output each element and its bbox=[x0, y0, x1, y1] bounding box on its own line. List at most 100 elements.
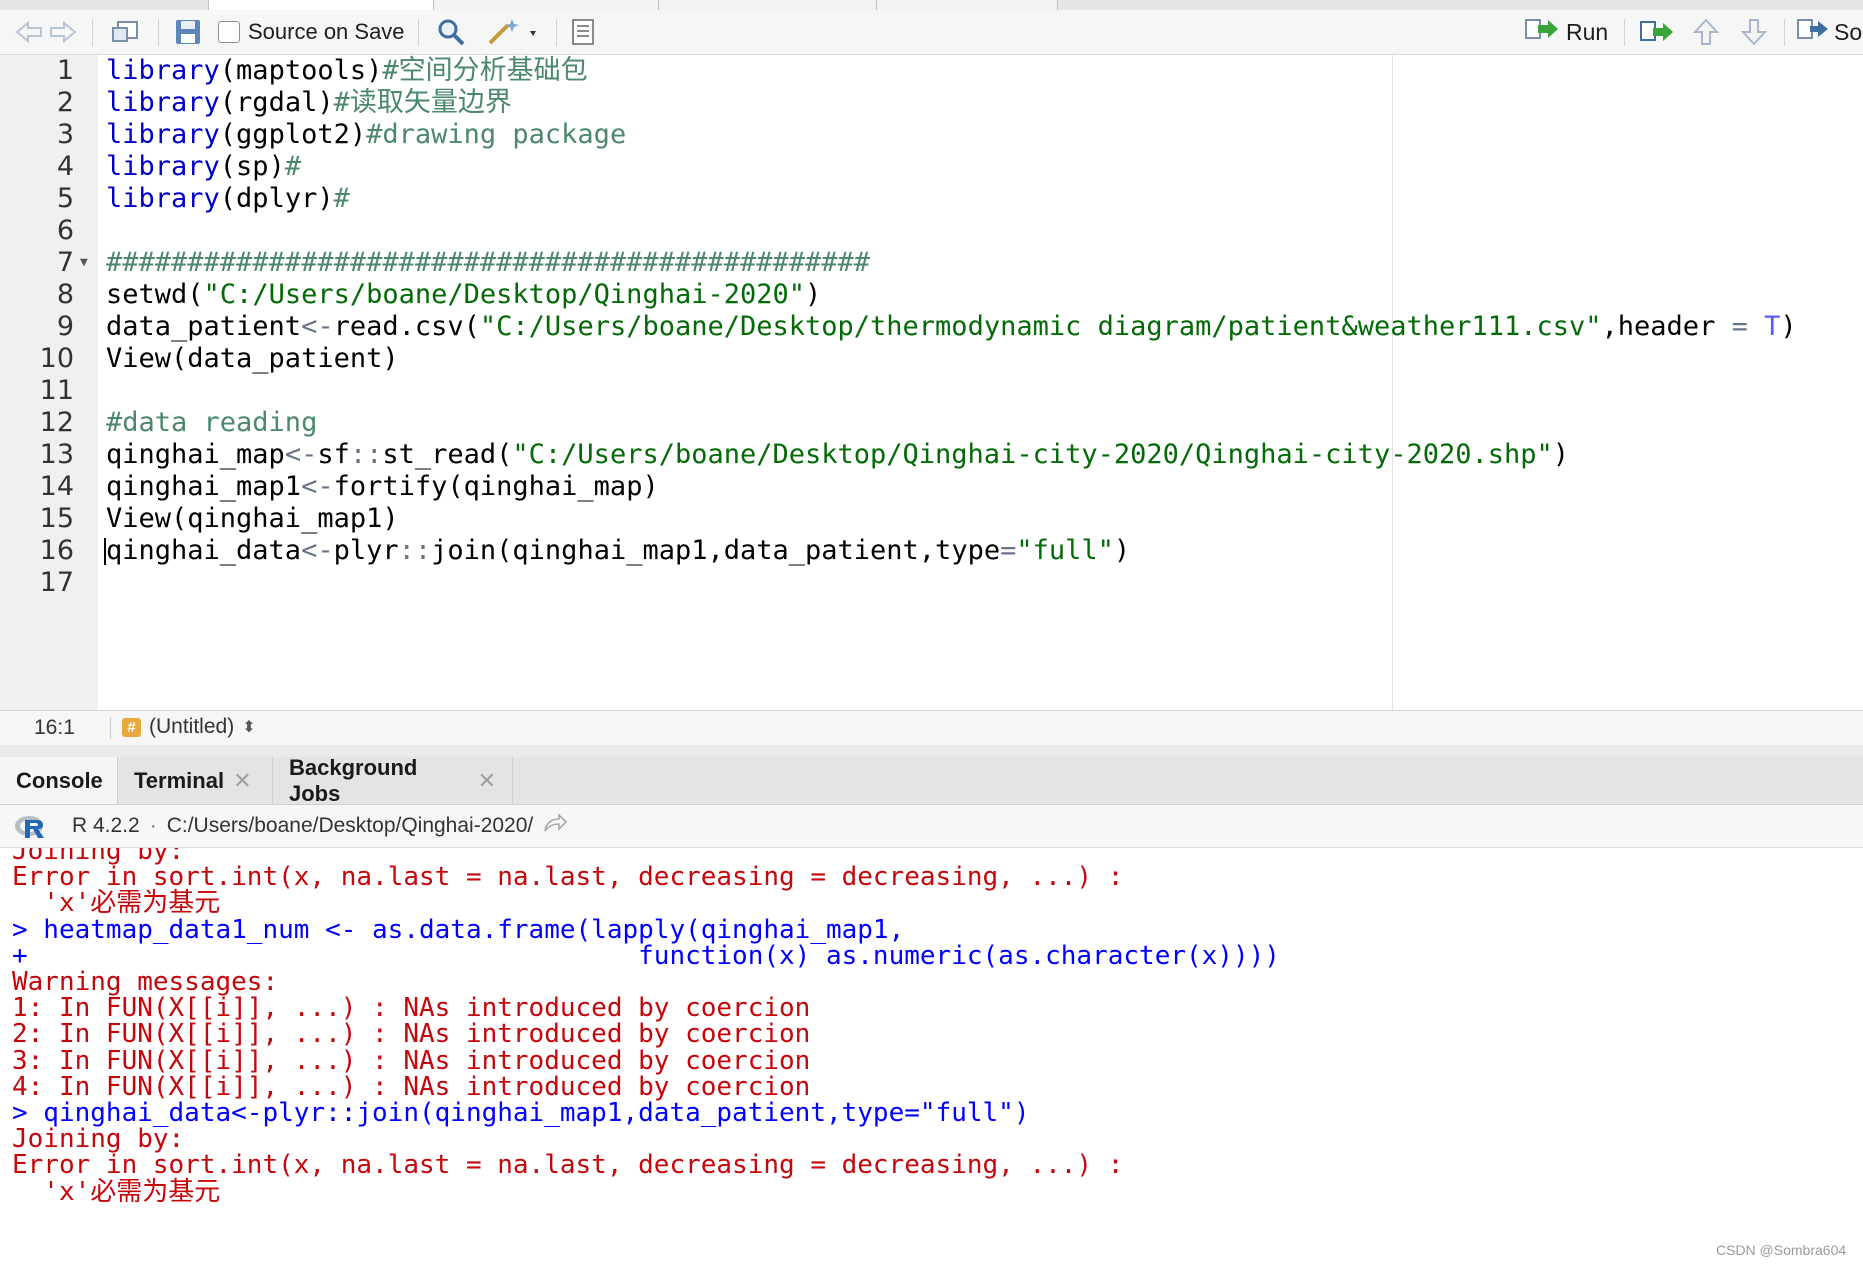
code-line[interactable]: 5 library(dplyr)# bbox=[0, 183, 1863, 215]
code-text: View(qinghai_map1) bbox=[106, 503, 399, 535]
search-icon[interactable] bbox=[434, 10, 468, 54]
code-line[interactable]: 9 data_patient<-read.csv("C:/Users/boane/… bbox=[0, 311, 1863, 343]
source-on-save-checkbox[interactable] bbox=[218, 21, 240, 43]
document-outline-icon[interactable] bbox=[568, 10, 598, 54]
follow-link-icon[interactable] bbox=[543, 813, 568, 839]
show-in-window-icon[interactable] bbox=[108, 10, 142, 54]
code-line[interactable]: 7 ▼ ######################################… bbox=[0, 247, 1863, 279]
tab-background-jobs[interactable]: Background Jobs ✕ bbox=[273, 755, 513, 806]
line-number: 10 bbox=[39, 343, 74, 374]
watermark: CSDN @Sombra604 bbox=[1716, 1242, 1847, 1258]
console-error-line: 'x'必需为基元 bbox=[12, 1176, 221, 1207]
r-logo-icon bbox=[14, 814, 48, 838]
run-button[interactable]: Run bbox=[1524, 16, 1608, 48]
code-line[interactable]: 12 #data reading bbox=[0, 407, 1863, 439]
code-token: (ggplot2) bbox=[219, 119, 367, 150]
source-on-save-toggle[interactable]: Source on Save bbox=[218, 18, 405, 46]
code-token: qinghai_data bbox=[106, 535, 302, 566]
forward-arrow-icon[interactable] bbox=[48, 10, 78, 54]
code-token: setwd( bbox=[106, 279, 204, 310]
code-tools-wand-icon[interactable] bbox=[484, 10, 544, 54]
code-token: (rgdal) bbox=[219, 87, 334, 118]
code-token: ) bbox=[1113, 535, 1131, 566]
code-token: qinghai_map bbox=[106, 439, 285, 470]
code-line[interactable]: 13 qinghai_map<-sf::st_read("C:/Users/boa… bbox=[0, 439, 1863, 471]
working-directory: C:/Users/boane/Desktop/Qinghai-2020/ bbox=[166, 814, 534, 837]
code-token: "C:/Users/boane/Desktop/thermodynamic di… bbox=[479, 311, 1602, 342]
close-icon[interactable]: ✕ bbox=[233, 768, 251, 794]
code-token: library bbox=[106, 151, 220, 182]
code-text: qinghai_map1<-fortify(qinghai_map) bbox=[106, 471, 659, 503]
code-line[interactable]: 15 View(qinghai_map1) bbox=[0, 503, 1863, 535]
back-arrow-icon[interactable] bbox=[14, 10, 44, 54]
code-token: st_read( bbox=[382, 439, 513, 470]
code-token: ,header bbox=[1601, 311, 1732, 342]
code-line[interactable]: 10 View(data_patient) bbox=[0, 343, 1863, 375]
go-up-icon[interactable] bbox=[1690, 10, 1722, 54]
code-line[interactable]: 6 bbox=[0, 215, 1863, 247]
code-token: ) bbox=[1780, 311, 1797, 342]
code-token: sf bbox=[317, 439, 350, 470]
code-token: (maptools) bbox=[219, 55, 383, 86]
code-token: ) bbox=[1552, 439, 1570, 470]
code-token: qinghai_map1 bbox=[106, 471, 302, 502]
code-token: View(data_patient) bbox=[106, 343, 399, 374]
file-type-menu[interactable]: # (Untitled) ⬍ bbox=[122, 715, 256, 739]
code-token: # bbox=[333, 183, 350, 214]
line-number: 8 bbox=[56, 279, 74, 310]
header-separator: · bbox=[149, 814, 157, 837]
code-line[interactable]: 2 library(rgdal)#读取矢量边界 bbox=[0, 87, 1863, 119]
code-line[interactable]: 3 library(ggplot2)#drawing package bbox=[0, 119, 1863, 151]
code-line[interactable]: 14 qinghai_map1<-fortify(qinghai_map) bbox=[0, 471, 1863, 503]
line-number: 15 bbox=[39, 503, 74, 534]
code-line[interactable]: 1 library(maptools)#空间分析基础包 bbox=[0, 55, 1863, 87]
line-number: 9 bbox=[56, 311, 74, 342]
code-text: data_patient<-read.csv("C:/Users/boane/D… bbox=[106, 311, 1797, 343]
code-token: (dplyr) bbox=[219, 183, 334, 214]
code-editor[interactable]: 1 library(maptools)#空间分析基础包 2 library(rgdal… bbox=[0, 55, 1863, 710]
editor-tab-active[interactable] bbox=[208, 0, 435, 10]
source-on-save-label: Source on Save bbox=[248, 19, 405, 44]
code-text: #data reading bbox=[106, 407, 317, 439]
code-token: T bbox=[1764, 311, 1781, 342]
code-line[interactable]: 4 library(sp)# bbox=[0, 151, 1863, 183]
code-token: #data reading bbox=[106, 407, 318, 438]
line-number: 1 bbox=[56, 55, 74, 86]
console-tab-bar: Console Terminal ✕ Background Jobs ✕ bbox=[0, 755, 1863, 806]
code-text: library(rgdal)#读取矢量边界 bbox=[106, 87, 512, 119]
tab-console[interactable]: Console bbox=[0, 757, 118, 804]
code-token: <- bbox=[284, 439, 318, 470]
console-output[interactable]: Joining by: Error in sort.int(x, na.last … bbox=[0, 848, 1863, 1267]
code-token: <- bbox=[301, 311, 334, 342]
source-label: So bbox=[1834, 18, 1863, 45]
line-number: 5 bbox=[56, 183, 74, 214]
code-token: ) bbox=[805, 279, 822, 310]
close-icon[interactable]: ✕ bbox=[478, 768, 496, 794]
fold-arrow-icon[interactable]: ▼ bbox=[80, 247, 88, 279]
file-type-label: (Untitled) bbox=[149, 715, 235, 738]
line-number: 13 bbox=[39, 439, 74, 470]
line-number: 7 bbox=[56, 247, 74, 278]
code-token: :: bbox=[398, 535, 432, 566]
save-icon[interactable] bbox=[172, 10, 204, 54]
code-lines[interactable]: 1 library(maptools)#空间分析基础包 2 library(rgdal… bbox=[0, 55, 1863, 599]
code-line[interactable]: 8 setwd("C:/Users/boane/Desktop/Qinghai-2… bbox=[0, 279, 1863, 311]
editor-tab[interactable] bbox=[658, 0, 878, 10]
source-button[interactable]: So bbox=[1796, 10, 1863, 54]
status-separator bbox=[110, 717, 111, 739]
editor-tab[interactable] bbox=[433, 0, 660, 10]
code-token: "C:/Users/boane/Desktop/Qinghai-2020" bbox=[203, 279, 805, 310]
line-number: 6 bbox=[56, 215, 74, 246]
code-text: qinghai_map<-sf::st_read("C:/Users/boane… bbox=[106, 439, 1569, 471]
line-number: 17 bbox=[39, 567, 74, 598]
editor-tab[interactable] bbox=[876, 0, 1058, 10]
code-line[interactable]: 16 qinghai_data<-plyr::join(qinghai_map1,… bbox=[0, 535, 1863, 567]
code-token: View(qinghai_map1) bbox=[106, 503, 399, 534]
code-line[interactable]: 11 bbox=[0, 375, 1863, 407]
go-down-icon[interactable] bbox=[1738, 10, 1770, 54]
code-line[interactable]: 17 bbox=[0, 567, 1863, 599]
tab-terminal[interactable]: Terminal ✕ bbox=[118, 757, 273, 804]
code-token: library bbox=[106, 119, 220, 150]
rerun-icon[interactable] bbox=[1638, 10, 1678, 54]
code-text: qinghai_data<-plyr::join(qinghai_map1,da… bbox=[106, 535, 1130, 567]
